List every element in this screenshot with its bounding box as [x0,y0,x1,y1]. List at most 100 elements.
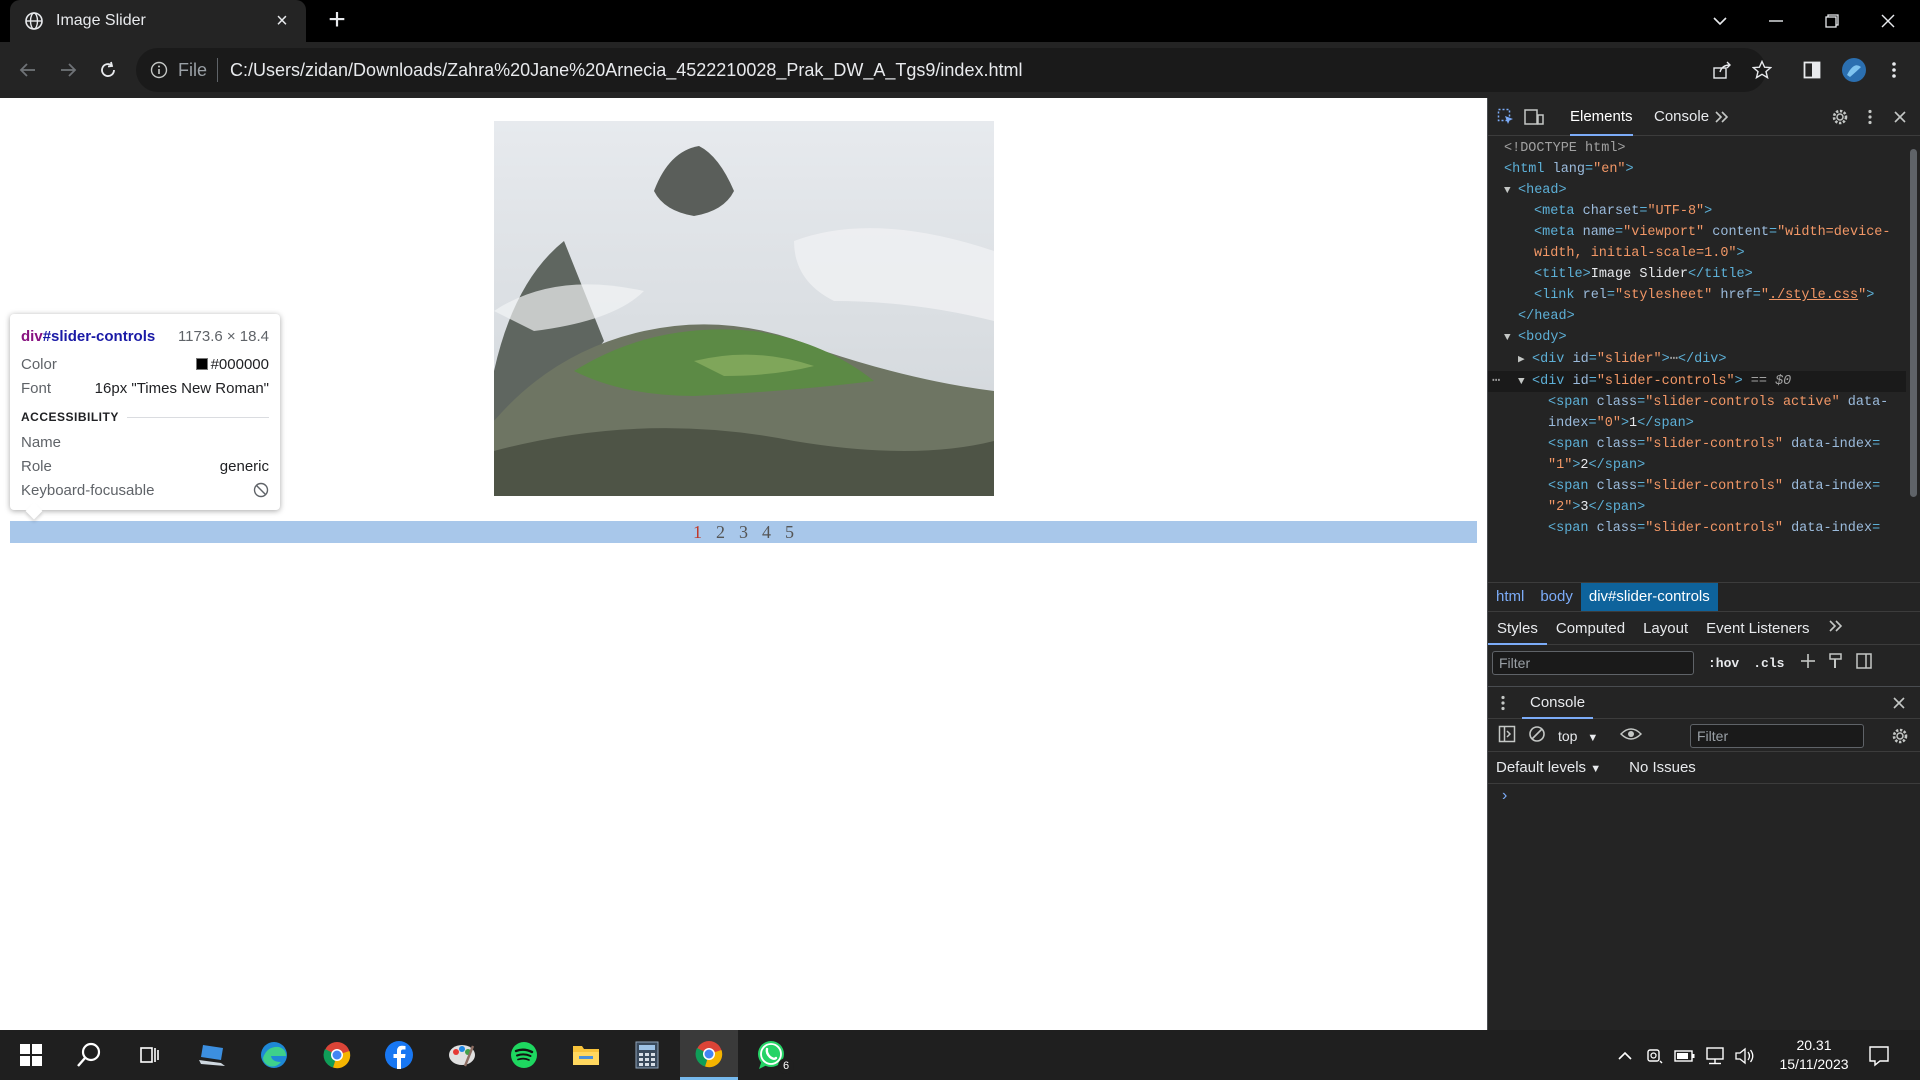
issues-count[interactable]: No Issues [1629,759,1696,776]
dom-doctype[interactable]: <!DOCTYPE html> [1504,138,1626,159]
hov-toggle[interactable]: :hov [1708,656,1739,671]
back-button[interactable] [12,54,44,86]
subtab-computed[interactable]: Computed [1547,613,1634,645]
live-expression-eye-icon[interactable] [1620,726,1643,746]
more-subtabs-icon[interactable] [1819,613,1853,645]
browser-menu-icon[interactable] [1878,54,1910,86]
slider-control-2[interactable]: 2 [716,521,725,543]
address-bar[interactable]: File C:/Users/zidan/Downloads/Zahra%20Ja… [136,48,1766,92]
whatsapp-icon[interactable]: 6 [742,1030,800,1080]
console-sidebar-icon[interactable] [1498,725,1516,747]
laptop-app-icon[interactable] [183,1030,241,1080]
battery-icon[interactable] [1674,1045,1696,1067]
bookmark-star-icon[interactable] [1746,54,1778,86]
profile-avatar[interactable] [1838,54,1870,86]
device-toolbar-icon[interactable] [1522,105,1546,129]
dom-title[interactable]: <title>Image Slider</title> [1534,264,1753,285]
side-panel-icon[interactable] [1796,54,1828,86]
toggle-sidebar-icon[interactable] [1856,653,1873,673]
share-icon[interactable] [1706,54,1738,86]
spotify-icon[interactable] [495,1030,553,1080]
dom-tree[interactable]: <!DOCTYPE html> <html lang="en"> ▼ <head>… [1488,137,1906,537]
chevron-up-icon[interactable] [1614,1045,1636,1067]
slider-control-4[interactable]: 4 [762,521,771,543]
new-style-rule-icon[interactable] [1800,653,1816,673]
task-view-icon[interactable] [120,1030,178,1080]
tab-elements[interactable]: Elements [1570,98,1633,136]
dom-span-3-cont[interactable]: "2">3</span> [1548,497,1645,518]
browser-tab[interactable]: Image Slider × [10,0,306,42]
breadcrumb-item[interactable]: body [1532,583,1581,611]
close-window-button[interactable] [1860,0,1916,42]
facebook-icon[interactable] [370,1030,428,1080]
styles-filter-input[interactable]: Filter [1492,651,1694,675]
close-drawer-icon[interactable] [1892,696,1906,714]
dom-span-4[interactable]: <span class="slider-controls" data-index… [1548,518,1880,537]
file-explorer-icon[interactable] [557,1030,615,1080]
slider-control-3[interactable]: 3 [739,521,748,543]
dom-html-open[interactable]: <html lang="en"> [1504,159,1634,180]
dom-span-2[interactable]: <span class="slider-controls" data-index… [1548,434,1880,455]
subtab-styles[interactable]: Styles [1488,613,1547,645]
console-prompt-icon[interactable]: › [1502,787,1507,805]
chrome-icon[interactable] [308,1030,366,1080]
system-clock[interactable]: 20.31 15/11/2023 [1764,1036,1864,1074]
minimize-button[interactable] [1748,0,1804,42]
dom-span-1-cont[interactable]: index="0">1</span> [1548,413,1694,434]
dom-span-1[interactable]: <span class="slider-controls active" dat… [1548,392,1888,413]
close-devtools-icon[interactable] [1888,105,1912,129]
reload-button[interactable] [92,54,124,86]
dom-tree-scrollbar[interactable] [1906,137,1920,537]
slider-control-1[interactable]: 1 [693,521,702,543]
dom-head-open[interactable]: ▼ <head> [1504,180,1567,202]
breadcrumb-item[interactable]: html [1488,583,1532,611]
scrollbar-thumb[interactable] [1910,149,1917,497]
dom-span-3[interactable]: <span class="slider-controls" data-index… [1548,476,1880,497]
devtools-menu-icon[interactable] [1858,105,1882,129]
tab-search-button[interactable] [1692,0,1748,42]
slider-control-5[interactable]: 5 [785,521,794,543]
restore-button[interactable] [1804,0,1860,42]
tab-close-icon[interactable]: × [272,11,292,31]
meet-now-icon[interactable] [1644,1045,1666,1067]
edge-browser-icon[interactable] [245,1030,303,1080]
dom-meta-charset[interactable]: <meta charset="UTF-8"> [1534,201,1712,222]
drawer-header: Console [1488,687,1920,719]
paint-roller-icon[interactable] [1828,653,1844,673]
dom-meta-viewport-cont[interactable]: width, initial-scale=1.0"> [1534,243,1745,264]
subtab-layout[interactable]: Layout [1634,613,1697,645]
paint-app-icon[interactable] [433,1030,491,1080]
dom-slider-div[interactable]: ▶ <div id="slider">⋯</div> [1518,349,1727,371]
settings-gear-icon[interactable] [1828,105,1852,129]
volume-icon[interactable] [1734,1045,1756,1067]
start-button[interactable] [2,1030,60,1080]
url-text[interactable]: C:/Users/zidan/Downloads/Zahra%20Jane%20… [230,60,1022,81]
cls-toggle[interactable]: .cls [1753,656,1784,671]
log-levels-dropdown[interactable]: Default levels ▼ [1496,759,1601,776]
subtab-event-listeners[interactable]: Event Listeners [1697,613,1818,645]
drawer-tab-console[interactable]: Console [1522,687,1594,719]
search-icon[interactable] [60,1030,118,1080]
dom-span-2-cont[interactable]: "1">2</span> [1548,455,1645,476]
more-tabs-icon[interactable] [1710,105,1734,129]
dom-meta-viewport[interactable]: <meta name="viewport" content="width=dev… [1534,222,1891,243]
context-select[interactable]: top ▼ [1558,728,1598,744]
dom-link[interactable]: <link rel="stylesheet" href="./style.css… [1534,285,1874,306]
console-filter-input[interactable]: Filter [1690,724,1864,748]
breadcrumb-item[interactable]: div#slider-controls [1580,583,1718,611]
dom-head-close[interactable]: </head> [1518,306,1575,327]
dom-body-open[interactable]: ▼ <body> [1504,327,1567,349]
notifications-icon[interactable] [1866,1043,1892,1069]
inspect-element-icon[interactable] [1494,105,1518,129]
info-icon[interactable] [148,59,170,81]
clear-console-icon[interactable] [1528,725,1546,747]
dom-slider-controls-div[interactable]: ⋯ ▼ <div id="slider-controls"> == $0 [1492,371,1791,393]
tab-console[interactable]: Console [1654,98,1709,136]
chrome-active-window-icon[interactable] [680,1030,738,1080]
new-tab-button[interactable]: + [322,5,352,36]
console-settings-gear-icon[interactable] [1891,727,1909,749]
forward-button[interactable] [52,54,84,86]
calculator-icon[interactable] [618,1030,676,1080]
drawer-menu-icon[interactable] [1500,695,1506,715]
network-icon[interactable] [1704,1045,1726,1067]
